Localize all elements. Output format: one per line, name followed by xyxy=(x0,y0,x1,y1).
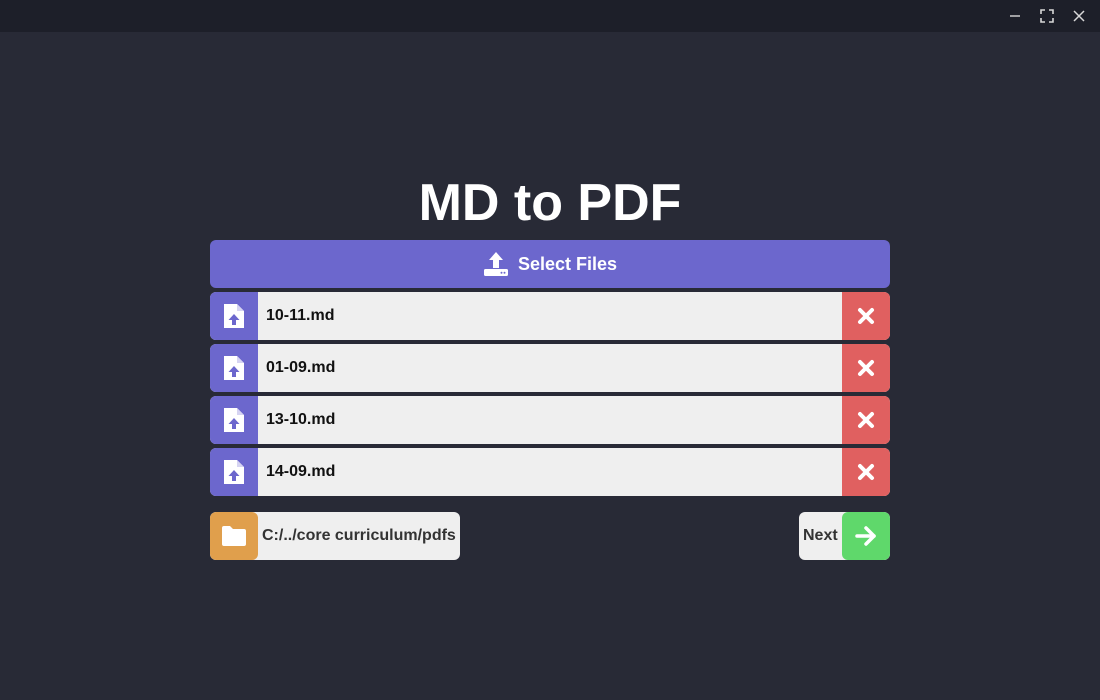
output-folder-path: C:/../core curriculum/pdfs xyxy=(262,527,456,544)
folder-icon-box xyxy=(210,512,258,560)
output-folder-button[interactable]: C:/../core curriculum/pdfs xyxy=(210,512,460,560)
file-name: 01-09.md xyxy=(266,359,336,376)
folder-icon xyxy=(222,526,246,546)
maximize-icon xyxy=(1040,9,1054,23)
file-row: 14-09.md xyxy=(210,448,890,496)
remove-file-button[interactable] xyxy=(842,292,890,340)
file-name: 14-09.md xyxy=(266,463,336,480)
file-upload-icon xyxy=(224,304,244,328)
close-icon xyxy=(858,412,874,428)
next-icon-box xyxy=(842,512,890,560)
file-list: 10-11.md 01-09.md 13-10.md 14-09.md xyxy=(210,292,890,500)
close-window-button[interactable] xyxy=(1063,0,1095,32)
minimize-icon xyxy=(1010,15,1020,17)
close-icon xyxy=(858,360,874,376)
file-upload-icon xyxy=(224,460,244,484)
window-titlebar xyxy=(0,0,1100,32)
minimize-button[interactable] xyxy=(999,0,1031,32)
next-button[interactable]: Next xyxy=(799,512,890,560)
remove-file-button[interactable] xyxy=(842,344,890,392)
file-row: 13-10.md xyxy=(210,396,890,444)
file-name: 13-10.md xyxy=(266,411,336,428)
maximize-button[interactable] xyxy=(1031,0,1063,32)
file-row: 01-09.md xyxy=(210,344,890,392)
remove-file-button[interactable] xyxy=(842,448,890,496)
file-name: 10-11.md xyxy=(266,307,335,324)
close-icon xyxy=(858,308,874,324)
close-icon xyxy=(1073,10,1085,22)
file-icon-box xyxy=(210,292,258,340)
select-files-button[interactable]: Select Files xyxy=(210,240,890,288)
file-upload-icon xyxy=(224,408,244,432)
close-icon xyxy=(858,464,874,480)
upload-icon xyxy=(483,252,508,276)
next-label: Next xyxy=(803,527,838,544)
file-upload-icon xyxy=(224,356,244,380)
arrow-right-icon xyxy=(855,526,876,546)
file-row: 10-11.md xyxy=(210,292,890,340)
remove-file-button[interactable] xyxy=(842,396,890,444)
file-icon-box xyxy=(210,396,258,444)
select-files-label: Select Files xyxy=(517,253,618,274)
file-icon-box xyxy=(210,344,258,392)
file-icon-box xyxy=(210,448,258,496)
app-title: MD to PDF xyxy=(418,174,682,232)
